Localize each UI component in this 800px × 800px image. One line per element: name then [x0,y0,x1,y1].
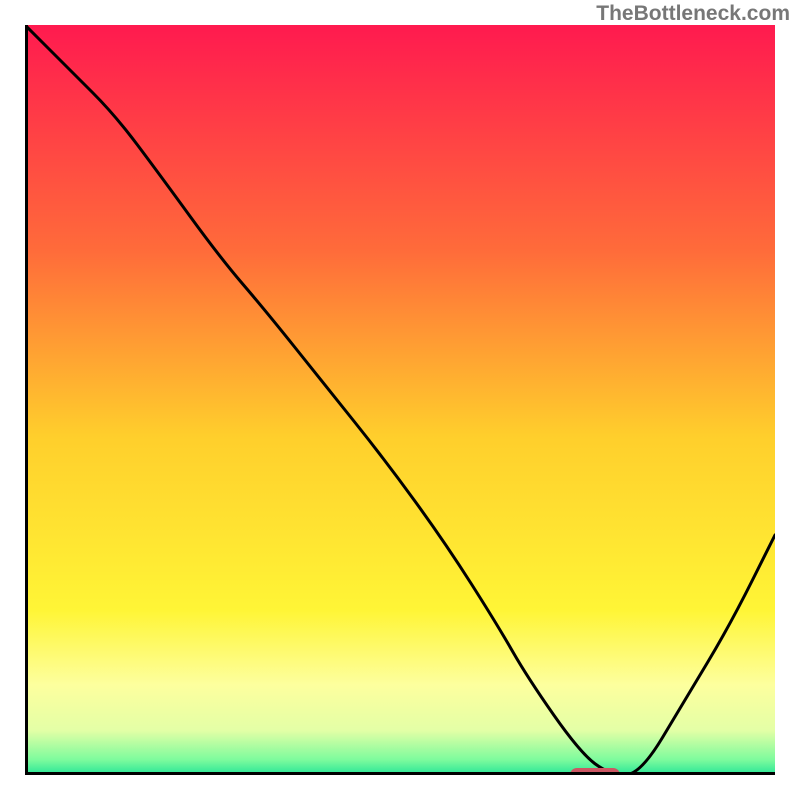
watermark-label: TheBottleneck.com [596,2,790,26]
chart-container: TheBottleneck.com [0,0,800,800]
bottleneck-curve [25,25,775,775]
y-axis [25,25,28,775]
x-axis [25,772,775,775]
plot-area [25,25,775,775]
